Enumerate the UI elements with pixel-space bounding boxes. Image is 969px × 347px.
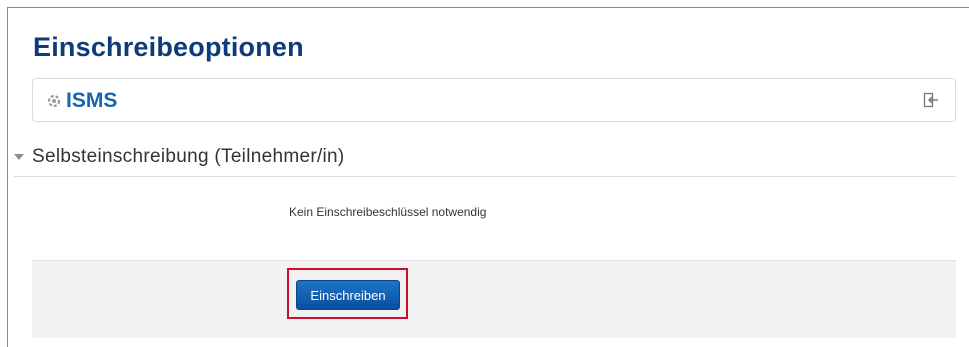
action-panel — [32, 260, 956, 338]
page-title: Einschreibeoptionen — [33, 32, 304, 62]
course-link[interactable]: ISMS — [66, 88, 117, 114]
section-header[interactable]: Selbsteinschreibung (Teilnehmer/in) — [14, 145, 956, 177]
enrolment-key-info: Kein Einschreibeschlüssel notwendig — [289, 205, 487, 219]
course-box: ISMS — [32, 78, 956, 122]
enrol-button[interactable]: Einschreiben — [296, 280, 400, 310]
course-gear-icon — [47, 94, 61, 108]
section-title[interactable]: Selbsteinschreibung (Teilnehmer/in) — [32, 146, 345, 168]
collapse-arrow-icon[interactable] — [14, 154, 24, 160]
sign-in-icon[interactable] — [923, 92, 939, 108]
